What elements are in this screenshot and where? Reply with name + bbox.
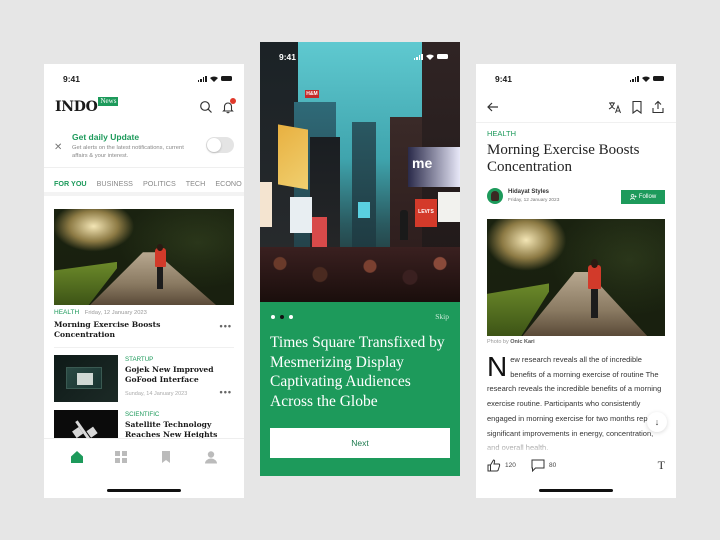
tab-business[interactable]: BUSINESS bbox=[97, 174, 133, 192]
text-fade bbox=[476, 434, 676, 454]
like-count: 120 bbox=[505, 462, 516, 469]
featured-category[interactable]: HEALTH bbox=[54, 309, 79, 316]
home-indicator bbox=[107, 489, 181, 492]
tab-for-you[interactable]: FOR YOU bbox=[54, 174, 87, 192]
home-icon[interactable] bbox=[70, 450, 84, 464]
featured-article-image[interactable] bbox=[54, 209, 234, 305]
page-dot[interactable] bbox=[289, 315, 293, 319]
back-arrow-icon[interactable] bbox=[486, 100, 500, 114]
status-time: 9:41 bbox=[279, 52, 297, 62]
photo-credit-name[interactable]: Onic Kari bbox=[510, 339, 534, 345]
logo-text: INDO bbox=[55, 99, 98, 115]
grid-icon[interactable] bbox=[114, 450, 128, 464]
photo-credit: Photo by Onic Kari bbox=[487, 339, 535, 345]
battery-icon bbox=[437, 54, 448, 59]
author-row: Hidayat Styles Friday, 12 January 2023 F… bbox=[487, 188, 665, 206]
more-options-icon[interactable]: ••• bbox=[220, 387, 232, 397]
signal-icon bbox=[197, 75, 207, 82]
daily-update-banner: ✕ Get daily Update Get alerts on the lat… bbox=[44, 126, 244, 168]
featured-meta: HEALTH Friday, 12 January 2023 bbox=[54, 309, 147, 316]
scroll-down-button[interactable]: ↓ bbox=[647, 412, 667, 432]
page-indicator bbox=[271, 315, 293, 319]
times-square-photo: H&M me LEVI'S bbox=[260, 42, 460, 302]
divider bbox=[476, 122, 676, 123]
author-avatar[interactable] bbox=[487, 188, 503, 204]
tab-tech[interactable]: TECH bbox=[186, 174, 206, 192]
billboard-levis: LEVI'S bbox=[415, 199, 437, 227]
status-bar: 9:41 bbox=[44, 72, 244, 86]
arrow-down-icon: ↓ bbox=[654, 417, 660, 427]
home-indicator bbox=[539, 489, 613, 492]
onboarding-title: Times Square Transfixed by Mesmerizing D… bbox=[270, 334, 445, 410]
follow-button[interactable]: Follow bbox=[621, 190, 665, 204]
list-item[interactable]: STARTUP Gojek New Improved GoFood Interf… bbox=[54, 355, 234, 403]
wifi-icon bbox=[426, 53, 434, 60]
like-button[interactable]: 120 bbox=[487, 459, 516, 472]
close-icon[interactable]: ✕ bbox=[54, 142, 62, 153]
bottom-tab-bar bbox=[44, 438, 244, 498]
divider bbox=[54, 347, 234, 348]
article-category: SCIENTIFIC bbox=[125, 411, 160, 418]
article-title: Gojek New Improved GoFood Interface bbox=[125, 365, 214, 384]
notification-button[interactable] bbox=[221, 98, 236, 114]
translate-icon[interactable] bbox=[608, 100, 622, 114]
wifi-icon bbox=[642, 75, 650, 82]
photo-credit-prefix: Photo by bbox=[487, 339, 509, 345]
notification-badge bbox=[230, 98, 236, 104]
featured-title[interactable]: Morning Exercise Boosts Concentration bbox=[54, 320, 194, 340]
category-tabs: FOR YOU BUSINESS POLITICS TECH ECONO bbox=[44, 174, 244, 196]
battery-icon bbox=[653, 76, 664, 81]
skip-button[interactable]: Skip bbox=[435, 312, 449, 321]
daily-update-description: Get alerts on the latest notifications, … bbox=[72, 145, 184, 159]
app-logo: INDO News bbox=[55, 97, 119, 115]
share-icon[interactable] bbox=[651, 100, 665, 114]
logo-badge: News bbox=[98, 97, 119, 106]
battery-icon bbox=[221, 76, 232, 81]
publish-date: Friday, 12 January 2023 bbox=[508, 198, 560, 203]
drop-cap: N bbox=[487, 353, 508, 382]
daily-update-title: Get daily Update bbox=[72, 132, 140, 142]
article-title: Morning Exercise Boosts Concentration bbox=[487, 142, 640, 175]
article-category: STARTUP bbox=[125, 356, 154, 363]
wifi-icon bbox=[210, 75, 218, 82]
article-date: Sunday, 14 January 2023 bbox=[125, 391, 188, 397]
billboard-hm: H&M bbox=[305, 90, 319, 98]
article-screen: 9:41 HEALTH Morning Exercise Boosts Conc… bbox=[476, 64, 676, 498]
daily-update-toggle[interactable] bbox=[206, 137, 234, 153]
article-hero-image[interactable] bbox=[487, 219, 665, 336]
comment-button[interactable]: 80 bbox=[531, 459, 556, 472]
article-category[interactable]: HEALTH bbox=[487, 129, 516, 138]
page-dot[interactable] bbox=[271, 315, 275, 319]
bookmark-icon[interactable] bbox=[159, 450, 173, 464]
tab-politics[interactable]: POLITICS bbox=[143, 174, 176, 192]
font-size-button[interactable]: T bbox=[658, 458, 665, 473]
status-time: 9:41 bbox=[63, 74, 81, 84]
featured-date: Friday, 12 January 2023 bbox=[84, 310, 147, 316]
status-bar: 9:41 bbox=[260, 50, 460, 64]
search-icon[interactable] bbox=[199, 100, 213, 114]
thumbs-up-icon bbox=[487, 459, 501, 472]
profile-icon[interactable] bbox=[204, 450, 218, 464]
article-actions-bar: 120 80 T bbox=[476, 452, 676, 498]
next-button[interactable]: Next bbox=[270, 428, 450, 458]
article-thumbnail bbox=[54, 355, 118, 402]
bookmark-icon[interactable] bbox=[630, 100, 644, 114]
home-screen: 9:41 INDO News ✕ Get daily Update Get al… bbox=[44, 64, 244, 498]
page-dot-active[interactable] bbox=[280, 315, 284, 319]
author-name[interactable]: Hidayat Styles bbox=[508, 189, 549, 195]
follow-label: Follow bbox=[638, 194, 657, 200]
add-user-icon bbox=[629, 194, 637, 200]
status-time: 9:41 bbox=[495, 74, 513, 84]
comment-count: 80 bbox=[549, 462, 557, 469]
signal-icon bbox=[413, 53, 423, 60]
onboarding-screen: H&M me LEVI'S 9:41 Skip Times Square Tra… bbox=[260, 42, 460, 476]
more-options-icon[interactable]: ••• bbox=[220, 321, 232, 331]
article-title: Satellite Technology Reaches New Heights bbox=[125, 420, 218, 439]
status-bar: 9:41 bbox=[476, 72, 676, 86]
signal-icon bbox=[629, 75, 639, 82]
comment-icon bbox=[531, 459, 545, 472]
tab-economy[interactable]: ECONO bbox=[215, 174, 241, 192]
